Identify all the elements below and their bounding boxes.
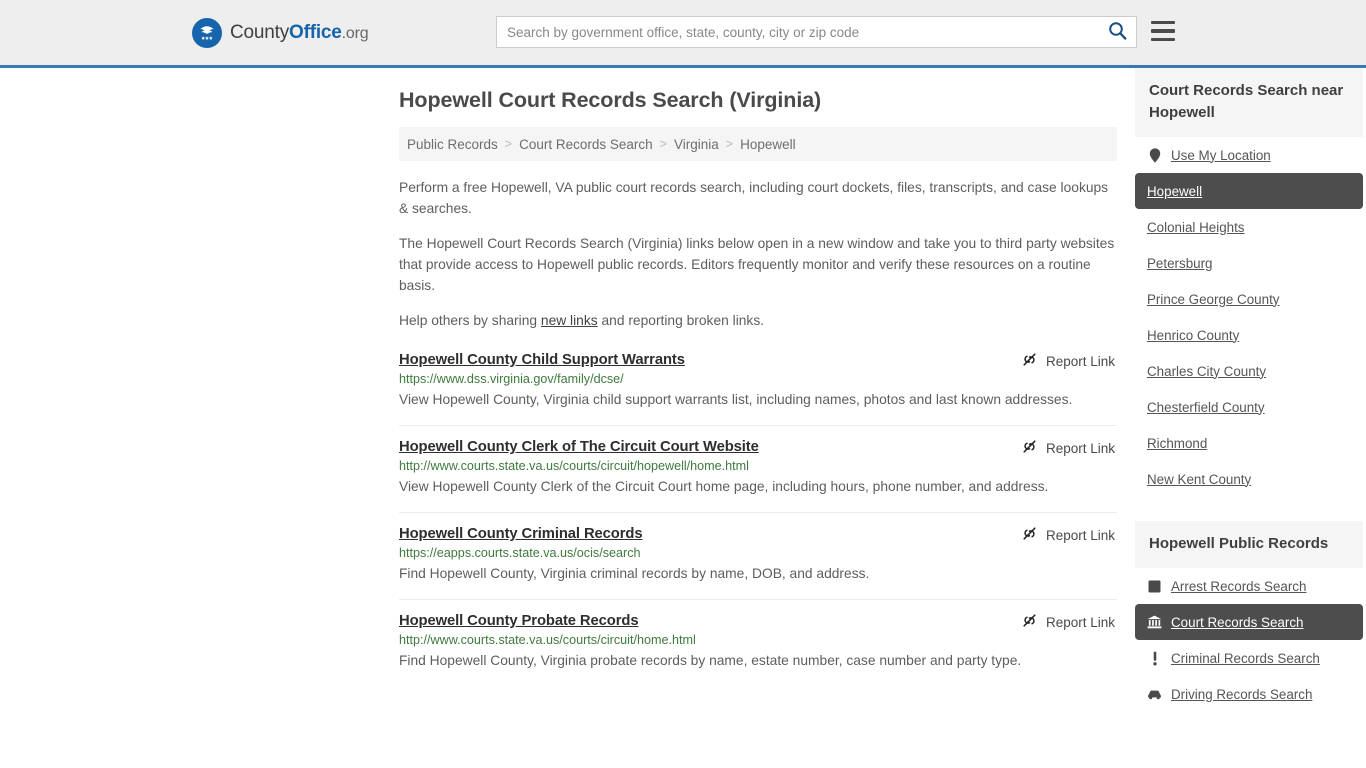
sidebar-item-chesterfield-county[interactable]: Chesterfield County [1135, 389, 1363, 425]
sidebar-item-label[interactable]: Driving Records Search [1171, 687, 1312, 702]
sidebar-item-label[interactable]: Court Records Search [1171, 615, 1303, 630]
sidebar-item-label[interactable]: Chesterfield County [1147, 400, 1265, 415]
brand-part-tld: .org [341, 25, 369, 42]
site-logo[interactable]: CountyOffice.org [192, 18, 369, 48]
sidebar-item-prince-george-county[interactable]: Prince George County [1135, 281, 1363, 317]
sidebar-item-label[interactable]: Prince George County [1147, 292, 1280, 307]
sidebar-item-label[interactable]: Richmond [1147, 436, 1207, 451]
breadcrumb: Public Records > Court Records Search > … [399, 127, 1117, 161]
broken-link-icon [1021, 525, 1038, 545]
sidebar-item-label[interactable]: Arrest Records Search [1171, 579, 1306, 594]
search-bar[interactable] [496, 16, 1137, 48]
result-url: https://eapps.courts.state.va.us/ocis/se… [399, 546, 641, 560]
result-title-link[interactable]: Hopewell County Probate Records [399, 613, 639, 629]
intro-paragraph-1: Perform a free Hopewell, VA public court… [399, 180, 1109, 216]
sidebar-item-arrest-records-search[interactable]: Arrest Records Search [1135, 568, 1363, 604]
map-pin-icon [1147, 147, 1162, 163]
search-icon [1108, 21, 1127, 43]
search-button[interactable] [1098, 17, 1136, 47]
result-description: View Hopewell County, Virginia child sup… [399, 392, 1073, 407]
sidebar-heading-public-records: Hopewell Public Records [1135, 521, 1363, 568]
exclamation-icon [1147, 651, 1162, 666]
broken-link-icon [1021, 612, 1038, 632]
result-url: http://www.courts.state.va.us/courts/cir… [399, 459, 749, 473]
sidebar-item-label[interactable]: Colonial Heights [1147, 220, 1245, 235]
sidebar-item-charles-city-county[interactable]: Charles City County [1135, 353, 1363, 389]
broken-link-icon [1021, 351, 1038, 371]
sidebar-item-criminal-records-search[interactable]: Criminal Records Search [1135, 640, 1363, 676]
sidebar-item-label[interactable]: Petersburg [1147, 256, 1213, 271]
search-input[interactable] [497, 17, 1098, 47]
hamburger-menu-icon[interactable] [1151, 21, 1175, 41]
car-icon [1147, 687, 1162, 702]
breadcrumb-item-court-records-search[interactable]: Court Records Search [519, 137, 653, 152]
intro-paragraph-2: The Hopewell Court Records Search (Virgi… [399, 236, 1115, 293]
result-description: Find Hopewell County, Virginia probate r… [399, 653, 1022, 668]
page-title: Hopewell Court Records Search (Virginia) [399, 88, 822, 112]
hamburger-bar [1151, 21, 1175, 25]
sidebar-item-new-kent-county[interactable]: New Kent County [1135, 461, 1363, 497]
result-title-link[interactable]: Hopewell County Criminal Records [399, 526, 643, 542]
hamburger-bar [1151, 29, 1175, 33]
report-link-button[interactable]: Report Link [1021, 438, 1115, 458]
sidebar-item-label[interactable]: Hopewell [1147, 184, 1202, 199]
brand-part-office: Office [289, 22, 342, 43]
sidebar-item-petersburg[interactable]: Petersburg [1135, 245, 1363, 281]
site-logo-text: CountyOffice.org [230, 22, 369, 44]
sidebar-item-label[interactable]: Henrico County [1147, 328, 1239, 343]
sidebar-item-label[interactable]: Criminal Records Search [1171, 651, 1320, 666]
sidebar-item-label[interactable]: Charles City County [1147, 364, 1266, 379]
sidebar-item-label[interactable]: Use My Location [1171, 148, 1271, 163]
report-link-label: Report Link [1045, 440, 1115, 456]
breadcrumb-separator: > [725, 137, 734, 151]
sidebar-public-records-list: Arrest Records Search Court Records Sear… [1135, 568, 1363, 712]
help-line: Help others by sharing new links and rep… [399, 310, 1117, 331]
intro-text: Perform a free Hopewell, VA public court… [399, 177, 1117, 331]
report-link-button[interactable]: Report Link [1021, 612, 1115, 632]
result-url: http://www.courts.state.va.us/courts/cir… [399, 633, 696, 647]
result-title-link[interactable]: Hopewell County Child Support Warrants [399, 352, 685, 368]
fingerprint-square-icon [1147, 579, 1162, 594]
main-content: Hopewell Court Records Search (Virginia)… [399, 68, 1117, 686]
eagle-shield-icon [192, 18, 222, 48]
report-link-label: Report Link [1045, 614, 1115, 630]
breadcrumb-separator: > [659, 137, 667, 151]
hamburger-bar [1151, 37, 1175, 41]
sidebar-item-colonial-heights[interactable]: Colonial Heights [1135, 209, 1363, 245]
result-description: Find Hopewell County, Virginia criminal … [399, 566, 870, 581]
sidebar-item-richmond[interactable]: Richmond [1135, 425, 1363, 461]
results-list: Hopewell County Child Support Warrants h… [399, 345, 1117, 686]
breadcrumb-item-virginia[interactable]: Virginia [674, 137, 719, 152]
report-link-button[interactable]: Report Link [1021, 525, 1115, 545]
help-line-after: and reporting broken links. [597, 313, 765, 328]
sidebar-item-use-my-location[interactable]: Use My Location [1135, 137, 1363, 173]
sidebar-item-driving-records-search[interactable]: Driving Records Search [1135, 676, 1363, 712]
result-url: https://www.dss.virginia.gov/family/dcse… [399, 372, 624, 386]
help-line-before: Help others by sharing [399, 313, 541, 328]
sidebar-nearby-list: Use My Location Hopewell Colonial Height… [1135, 137, 1363, 497]
report-link-label: Report Link [1045, 527, 1115, 543]
sidebar-item-henrico-county[interactable]: Henrico County [1135, 317, 1363, 353]
breadcrumb-separator: > [504, 137, 513, 151]
broken-link-icon [1021, 438, 1038, 458]
breadcrumb-item-hopewell[interactable]: Hopewell [740, 137, 796, 152]
new-links-link[interactable]: new links [541, 313, 598, 328]
report-link-button[interactable]: Report Link [1021, 351, 1115, 371]
result-item: Hopewell County Probate Records http://w… [399, 599, 1117, 686]
sidebar: Court Records Search near Hopewell Use M… [1135, 68, 1363, 712]
breadcrumb-item-public-records[interactable]: Public Records [407, 137, 498, 152]
courthouse-icon [1147, 615, 1162, 630]
sidebar-item-label[interactable]: New Kent County [1147, 472, 1251, 487]
result-title-link[interactable]: Hopewell County Clerk of The Circuit Cou… [399, 439, 759, 455]
result-item: Hopewell County Child Support Warrants h… [399, 345, 1117, 425]
result-item: Hopewell County Clerk of The Circuit Cou… [399, 425, 1117, 512]
site-header: CountyOffice.org [0, 0, 1366, 68]
sidebar-item-court-records-search[interactable]: Court Records Search [1135, 604, 1363, 640]
brand-part-county: County [230, 22, 290, 43]
report-link-label: Report Link [1045, 353, 1115, 369]
sidebar-heading-nearby: Court Records Search near Hopewell [1135, 68, 1363, 137]
result-description: View Hopewell County Clerk of the Circui… [399, 479, 1049, 494]
sidebar-item-hopewell[interactable]: Hopewell [1135, 173, 1363, 209]
result-item: Hopewell County Criminal Records https:/… [399, 512, 1117, 599]
